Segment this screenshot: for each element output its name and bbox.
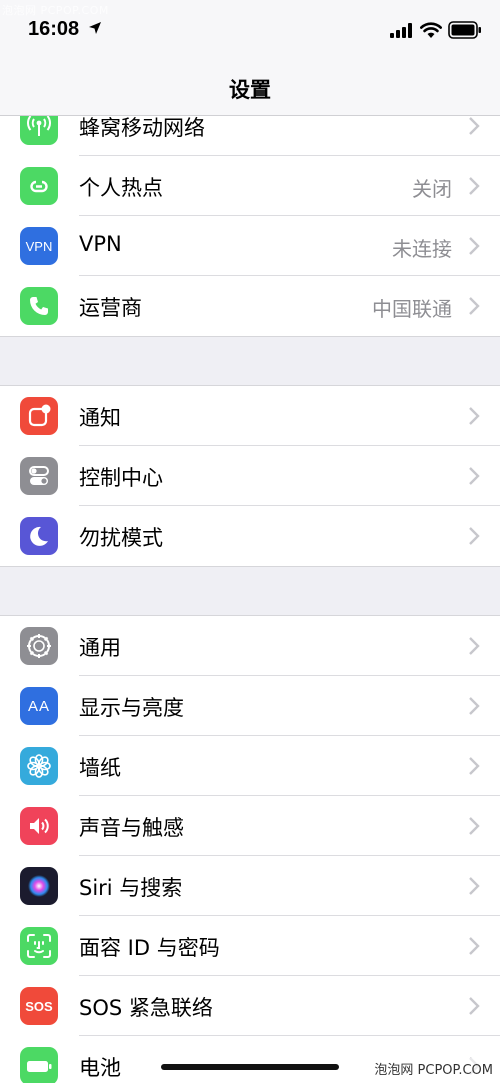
- settings-row-label: 个人热点: [79, 176, 163, 200]
- wallpaper-flower-icon: [20, 747, 58, 785]
- settings-row-label: 通用: [79, 636, 121, 660]
- chevron-right-icon: [469, 407, 480, 425]
- watermark-top: 泡泡网 PCPOP.COM: [2, 4, 109, 17]
- navigation-bar: 设置: [0, 60, 500, 116]
- settings-row-emergency-sos[interactable]: SOS SOS 紧急联络: [0, 976, 500, 1036]
- settings-row-sounds-haptics[interactable]: 声音与触感: [0, 796, 500, 856]
- chevron-right-icon: [469, 117, 480, 135]
- settings-group-network: 蜂窝移动网络 个人热点 关闭 VPN VPN 未连接 运营商 中国联通: [0, 96, 500, 336]
- cellular-signal-icon: [390, 23, 412, 38]
- settings-row-value: 未连接: [392, 237, 452, 261]
- sos-icon: SOS: [20, 987, 58, 1025]
- settings-row-hotspot[interactable]: 个人热点 关闭: [0, 156, 500, 216]
- battery-settings-icon: [20, 1047, 58, 1083]
- speaker-icon: [20, 807, 58, 845]
- settings-row-label: 电池: [79, 1056, 121, 1080]
- page-title: 设置: [229, 78, 271, 102]
- settings-row-label: 勿扰模式: [79, 526, 163, 550]
- chevron-right-icon: [469, 757, 480, 775]
- settings-row-siri-search[interactable]: Siri 与搜索: [0, 856, 500, 916]
- settings-row-label: 面容 ID 与密码: [79, 936, 220, 960]
- home-indicator[interactable]: [161, 1064, 339, 1070]
- control-center-icon: [20, 457, 58, 495]
- chevron-right-icon: [469, 817, 480, 835]
- settings-row-value: 中国联通: [372, 297, 452, 321]
- settings-row-general[interactable]: 通用: [0, 616, 500, 676]
- chevron-right-icon: [469, 877, 480, 895]
- settings-row-wallpaper[interactable]: 墙纸: [0, 736, 500, 796]
- settings-group-notifications: 通知 控制中心 勿扰模式: [0, 386, 500, 566]
- settings-row-label: 蜂窝移动网络: [79, 116, 205, 140]
- settings-row-label: 声音与触感: [79, 816, 184, 840]
- settings-row-label: 运营商: [79, 296, 142, 320]
- chevron-right-icon: [469, 297, 480, 315]
- location-arrow-icon: [89, 22, 101, 34]
- settings-row-do-not-disturb[interactable]: 勿扰模式: [0, 506, 500, 566]
- settings-row-label: 墙纸: [79, 756, 121, 780]
- wifi-icon: [420, 22, 442, 38]
- gear-icon: [20, 627, 58, 665]
- watermark-bottom: 泡泡网 PCPOP.COM: [371, 1058, 496, 1079]
- vpn-icon-text: VPN: [25, 238, 53, 254]
- settings-row-label: 显示与亮度: [79, 696, 184, 720]
- chevron-right-icon: [469, 237, 480, 255]
- settings-row-label: Siri 与搜索: [79, 876, 183, 900]
- settings-row-label: 通知: [79, 406, 121, 430]
- sos-icon-text: SOS: [25, 998, 53, 1014]
- moon-icon: [20, 517, 58, 555]
- settings-row-display-brightness[interactable]: AA 显示与亮度: [0, 676, 500, 736]
- chevron-right-icon: [469, 467, 480, 485]
- settings-group-general: 通用 AA 显示与亮度 墙纸 声音与触感 Siri 与搜索 面容 ID 与密码 …: [0, 616, 500, 1083]
- chevron-right-icon: [469, 637, 480, 655]
- settings-row-value: 关闭: [412, 177, 452, 201]
- chevron-right-icon: [469, 527, 480, 545]
- hotspot-icon: [20, 167, 58, 205]
- settings-row-label: SOS 紧急联络: [79, 996, 213, 1020]
- siri-icon: [20, 867, 58, 905]
- chevron-right-icon: [469, 937, 480, 955]
- vpn-icon: VPN: [20, 227, 58, 265]
- settings-row-label: VPN: [79, 232, 122, 256]
- settings-row-face-id[interactable]: 面容 ID 与密码: [0, 916, 500, 976]
- section-gap: [0, 336, 500, 386]
- section-gap: [0, 566, 500, 616]
- settings-row-carrier[interactable]: 运营商 中国联通: [0, 276, 500, 336]
- settings-row-control-center[interactable]: 控制中心: [0, 446, 500, 506]
- face-id-icon: [20, 927, 58, 965]
- settings-list: 蜂窝移动网络 个人热点 关闭 VPN VPN 未连接 运营商 中国联通 通知 控…: [0, 96, 500, 1083]
- display-icon-text: AA: [27, 697, 50, 715]
- chevron-right-icon: [469, 697, 480, 715]
- settings-row-notifications[interactable]: 通知: [0, 386, 500, 446]
- phone-icon: [20, 287, 58, 325]
- display-brightness-icon: AA: [20, 687, 58, 725]
- status-time: 16:08: [28, 18, 80, 40]
- settings-row-label: 控制中心: [79, 466, 163, 490]
- settings-row-vpn[interactable]: VPN VPN 未连接: [0, 216, 500, 276]
- settings-screen: 泡泡网 PCPOP.COM 16:08 设置 蜂窝移动网络 个人热点 关闭 VP…: [0, 0, 500, 1083]
- chevron-right-icon: [469, 997, 480, 1015]
- chevron-right-icon: [469, 177, 480, 195]
- battery-status-icon: [448, 21, 481, 39]
- notification-icon: [20, 397, 58, 435]
